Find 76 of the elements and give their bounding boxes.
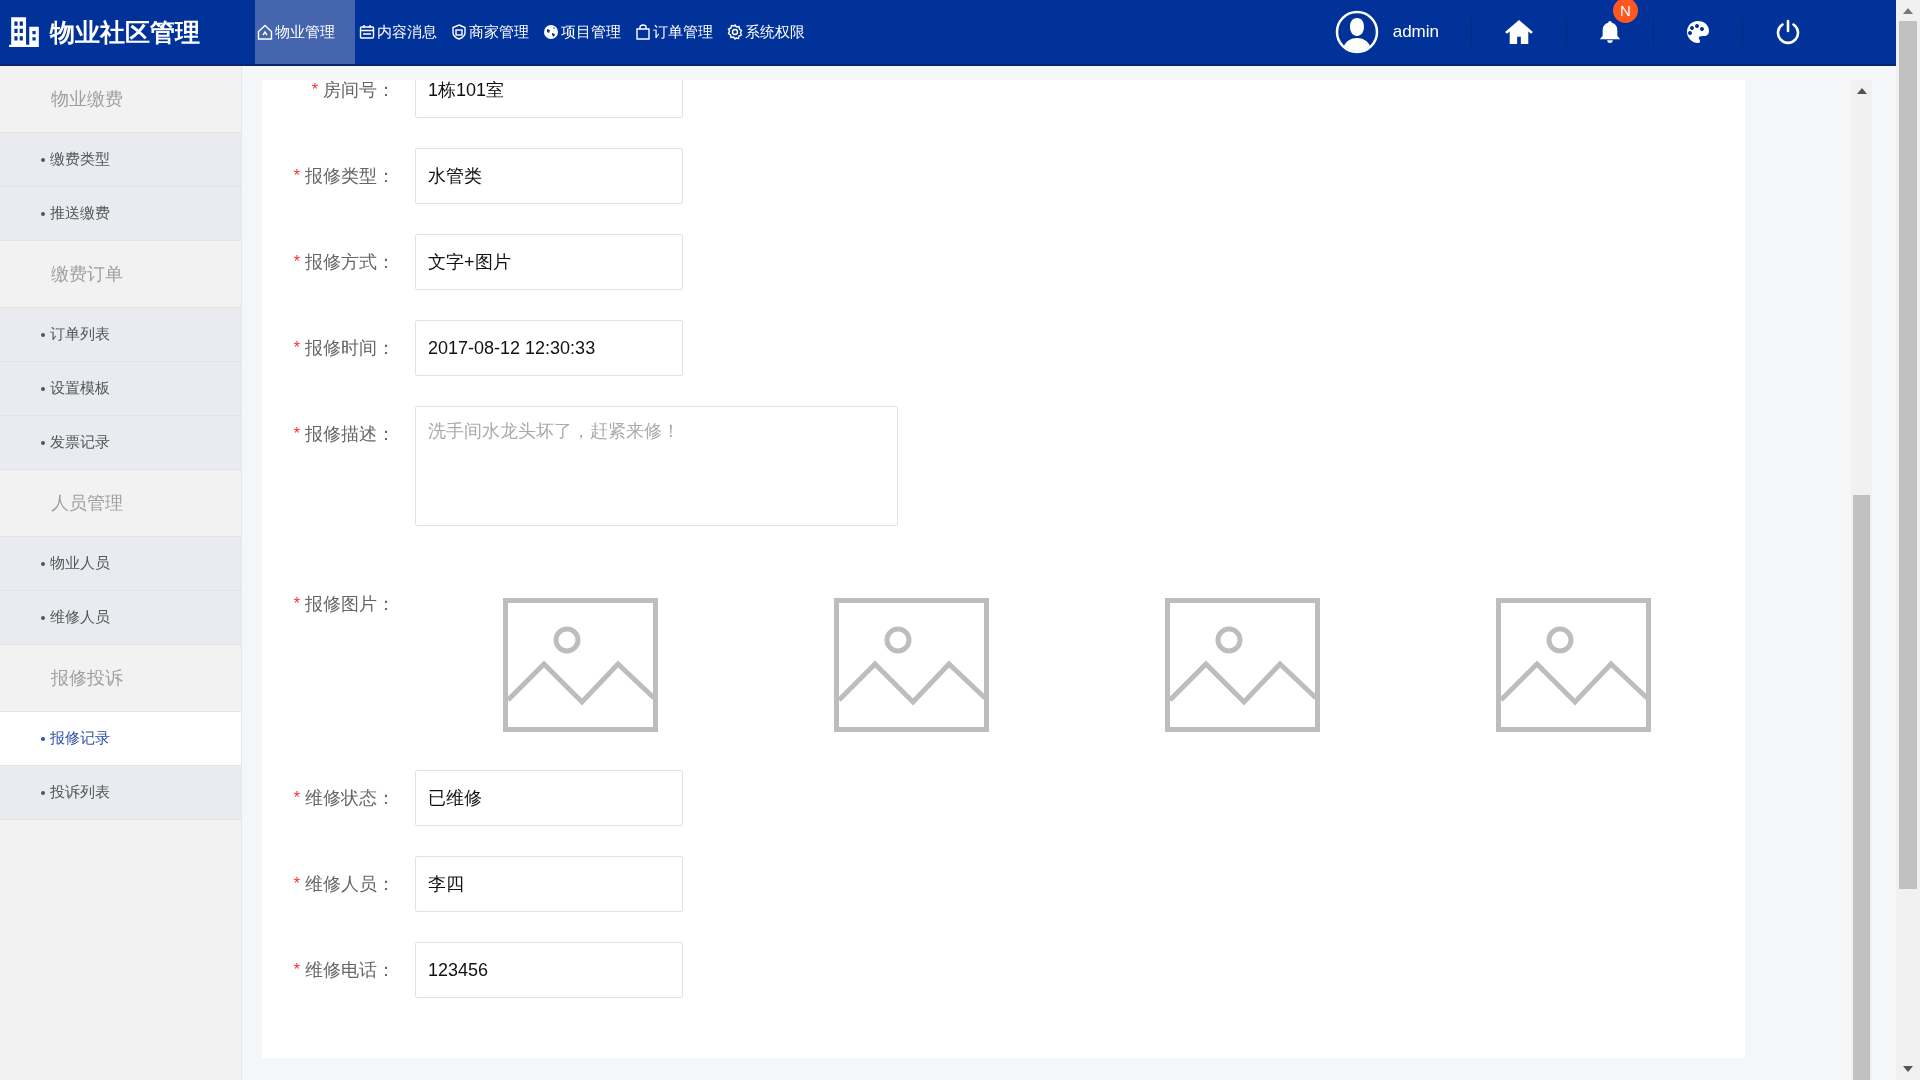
image-placeholder-icon [834, 598, 989, 732]
input-field[interactable]: 水管类 [415, 148, 683, 204]
nav-tab[interactable]: 项目管理 [541, 0, 631, 64]
bullet-icon [41, 561, 45, 566]
scrollbar[interactable] [1851, 80, 1872, 1080]
house-icon [257, 24, 273, 40]
field-label: 报修时间： [305, 337, 395, 360]
app-title: 物业社区管理 [50, 16, 200, 48]
bullet-icon [41, 211, 45, 216]
input-field[interactable]: 已维修 [415, 770, 683, 826]
nav-tab[interactable]: 商家管理 [449, 0, 539, 64]
nav-tab[interactable]: 物业管理 [255, 0, 355, 64]
text-area[interactable]: 洗手间水龙头坏了，赶紧来修！ [415, 406, 898, 526]
required-mark: * [293, 789, 300, 807]
sidebar-item[interactable]: 发票记录 [0, 416, 241, 470]
field-label: 维修人员： [305, 873, 395, 896]
required-mark: * [293, 253, 300, 271]
scroll-down-icon[interactable] [1903, 1066, 1913, 1072]
required-mark: * [293, 167, 300, 185]
bullet-icon [41, 615, 45, 620]
bullet-icon [41, 790, 45, 795]
scrollbar[interactable] [1896, 0, 1920, 1080]
required-mark: * [293, 961, 300, 979]
required-mark: * [311, 81, 318, 99]
nav-tab[interactable]: 系统权限 [725, 0, 815, 64]
nav-tab[interactable]: 内容消息 [357, 0, 447, 64]
sidebar-item[interactable]: 物业人员 [0, 537, 241, 591]
sidebar-item[interactable]: 投诉列表 [0, 766, 241, 820]
required-mark: * [293, 595, 300, 613]
notification-badge: N [1613, 0, 1638, 23]
sidebar-item[interactable]: 维修人员 [0, 591, 241, 645]
avatar-icon[interactable] [1334, 10, 1379, 54]
power-icon[interactable] [1775, 19, 1801, 45]
input-field[interactable]: 李四 [415, 856, 683, 912]
scroll-up-icon[interactable] [1856, 88, 1867, 94]
sidebar-item[interactable]: 缴费类型 [0, 133, 241, 187]
field-label: 维修电话： [305, 959, 395, 982]
gear-icon [727, 24, 743, 40]
field-label: 报修图片： [305, 593, 395, 616]
scrollbar-thumb[interactable] [1899, 21, 1917, 889]
shield-icon [451, 24, 467, 40]
bullet-icon [41, 440, 45, 445]
field-label: 房间号： [323, 80, 395, 102]
sidebar-item[interactable]: 报修记录 [0, 712, 241, 766]
username[interactable]: admin [1392, 22, 1439, 42]
calendar-icon [359, 24, 375, 40]
sidebar-item[interactable]: 设置模板 [0, 362, 241, 416]
field-label: 维修状态： [305, 787, 395, 810]
input-field[interactable]: 1栋101室 [415, 80, 683, 118]
field-label: 报修方式： [305, 251, 395, 274]
globe-icon [543, 24, 559, 40]
bag-icon [635, 24, 651, 40]
bullet-icon [41, 332, 45, 337]
field-label: 报修类型： [305, 165, 395, 188]
required-mark: * [293, 339, 300, 357]
image-placeholder-icon [1496, 598, 1651, 732]
bullet-icon [41, 736, 45, 741]
image-placeholder-icon [1165, 598, 1320, 732]
bell-icon[interactable] [1599, 20, 1621, 44]
field-label: 报修描述： [305, 423, 395, 446]
building-icon [8, 15, 42, 49]
home-icon[interactable] [1504, 19, 1534, 45]
image-placeholder-icon [503, 598, 658, 732]
scrollbar-thumb[interactable] [1853, 495, 1870, 1080]
input-field[interactable]: 2017-08-12 12:30:33 [415, 320, 683, 376]
sidebar-item[interactable]: 推送缴费 [0, 187, 241, 241]
required-mark: * [293, 425, 300, 443]
required-mark: * [293, 875, 300, 893]
bullet-icon [41, 386, 45, 391]
scroll-up-icon[interactable] [1903, 8, 1913, 14]
nav-tab[interactable]: 订单管理 [633, 0, 723, 64]
sidebar-item[interactable]: 订单列表 [0, 308, 241, 362]
palette-icon[interactable] [1686, 20, 1710, 44]
bullet-icon [41, 157, 45, 162]
input-field[interactable]: 文字+图片 [415, 234, 683, 290]
input-field[interactable]: 123456 [415, 942, 683, 998]
